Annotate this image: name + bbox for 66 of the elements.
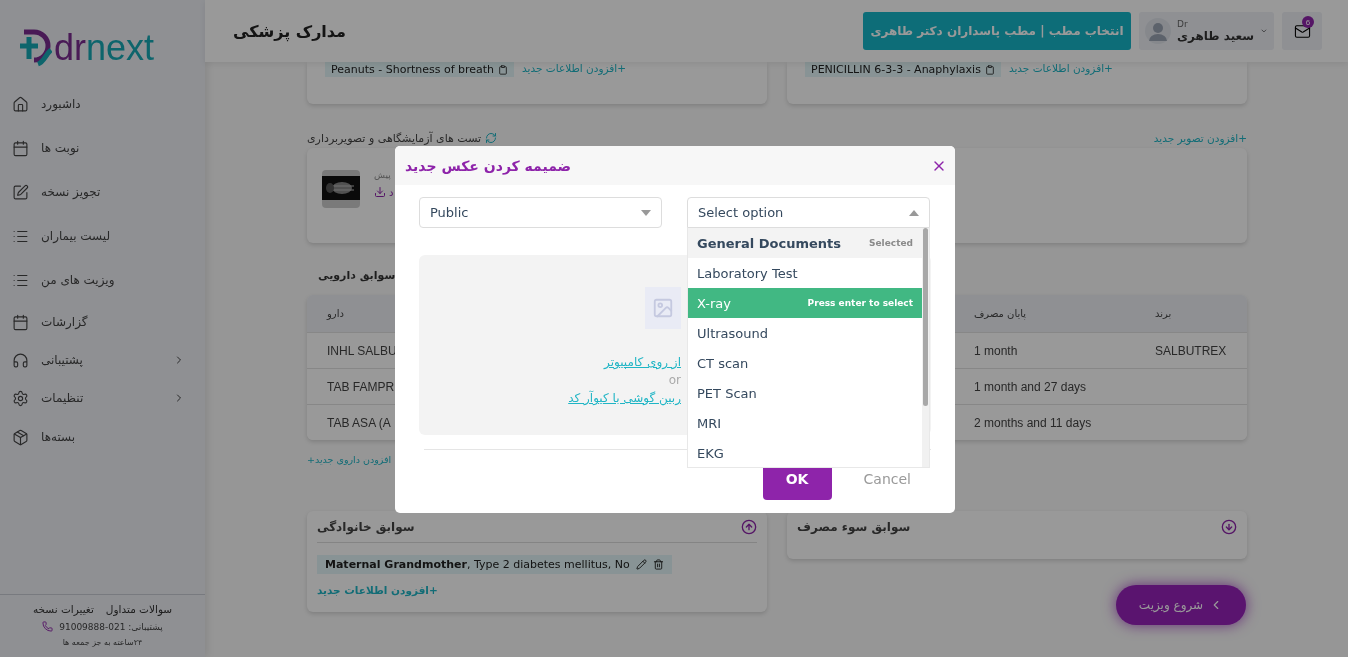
nav-icon <box>12 389 29 407</box>
column-header: دارو <box>327 308 344 319</box>
nav-item[interactable]: نوبت ها <box>0 126 205 170</box>
user-title: Dr <box>1177 19 1189 29</box>
nav-icon <box>12 183 29 201</box>
support-phone: پشتیبانی: 021-91009888 <box>59 621 163 632</box>
nav-icon <box>12 139 29 157</box>
section-title: تست های آزمایشگاهی و تصویربرداری <box>307 131 498 145</box>
nav-icon <box>12 313 29 331</box>
nav-item[interactable]: تجویز نسخه <box>0 170 205 214</box>
image-caption: پیش <box>374 170 392 180</box>
notification-badge: 6 <box>1302 16 1314 28</box>
download-link[interactable]: د <box>374 186 394 198</box>
nav-item[interactable]: ویزیت های من <box>0 258 205 302</box>
column-header: پایان مصرف <box>974 308 1027 319</box>
support-hours: ۲۴ساعته به جز جمعه ها <box>62 638 143 647</box>
option[interactable]: General Documents Selected <box>688 228 922 258</box>
section-title: سوابق دارویی <box>318 269 396 284</box>
nav-icon <box>12 95 29 113</box>
user-name: سعید طاهری <box>1177 29 1255 43</box>
history-text: Maternal Grandmother, Type 2 diabetes mellitus, No <box>325 558 630 571</box>
logo-icon <box>18 28 52 68</box>
caret-icon <box>641 209 651 216</box>
or-text: or <box>668 373 681 387</box>
page-title: مدارک پزشکی <box>233 21 347 41</box>
phone-icon <box>42 621 54 632</box>
caret-icon <box>909 210 919 216</box>
trash-icon[interactable] <box>652 559 664 570</box>
image-icon <box>645 287 681 329</box>
nav-icon <box>12 351 29 369</box>
footer-link[interactable]: تغییرات نسخه <box>32 603 94 615</box>
mail-icon <box>1293 22 1311 40</box>
table-cell: TAB FAMPR <box>327 379 395 394</box>
nav-item[interactable]: داشبورد <box>0 82 205 126</box>
access-select[interactable]: Public <box>419 197 662 228</box>
nav-item[interactable]: تنظیمات <box>0 378 205 418</box>
mail-button[interactable]: 6 <box>1282 12 1322 50</box>
start-visit-button[interactable]: شروع ویزیت <box>1116 585 1246 625</box>
card-title: سوابق خانوادگی <box>317 519 415 534</box>
table-cell: 1 month <box>974 343 1018 358</box>
nav-item[interactable]: لیست بیماران <box>0 214 205 258</box>
column-header: برند <box>1155 308 1172 319</box>
option[interactable]: X-ray Press enter to select <box>688 288 922 318</box>
nav-item[interactable]: بسته‌ها <box>0 418 205 456</box>
nav-item[interactable]: پشتیبانی <box>0 342 205 378</box>
allergy-tag: Peanuts - Shortness of breath <box>325 62 515 77</box>
expand-icon[interactable] <box>1221 519 1237 535</box>
cancel-button[interactable]: Cancel <box>857 470 917 488</box>
logo-text: drnext <box>54 27 155 69</box>
scrollbar[interactable] <box>923 228 928 406</box>
avatar <box>1145 18 1171 44</box>
collapse-icon[interactable] <box>741 518 757 535</box>
table-cell: 1 month and 27 days <box>974 379 1087 394</box>
card-title: سوابق سوء مصرف <box>797 520 911 534</box>
nav-item[interactable]: گزارشات <box>0 302 205 342</box>
type-select[interactable]: Select option <box>687 197 930 228</box>
table-cell: SALBUTREX <box>1155 343 1227 358</box>
allergy-tag: PENICILLIN 6-3-3 - Anaphylaxis <box>805 62 1001 77</box>
table-cell: TAB ASA (A <box>327 415 391 430</box>
footer-link[interactable]: سوالات متداول <box>105 603 173 615</box>
table-cell: 2 months and 11 days <box>974 415 1092 430</box>
clipboard-icon[interactable] <box>498 64 509 75</box>
nav-icon <box>12 428 29 446</box>
pencil-icon[interactable] <box>635 559 647 570</box>
dialog-title: ضمیمه کردن عکس جدید <box>405 157 572 174</box>
clipboard-icon[interactable] <box>984 64 995 75</box>
